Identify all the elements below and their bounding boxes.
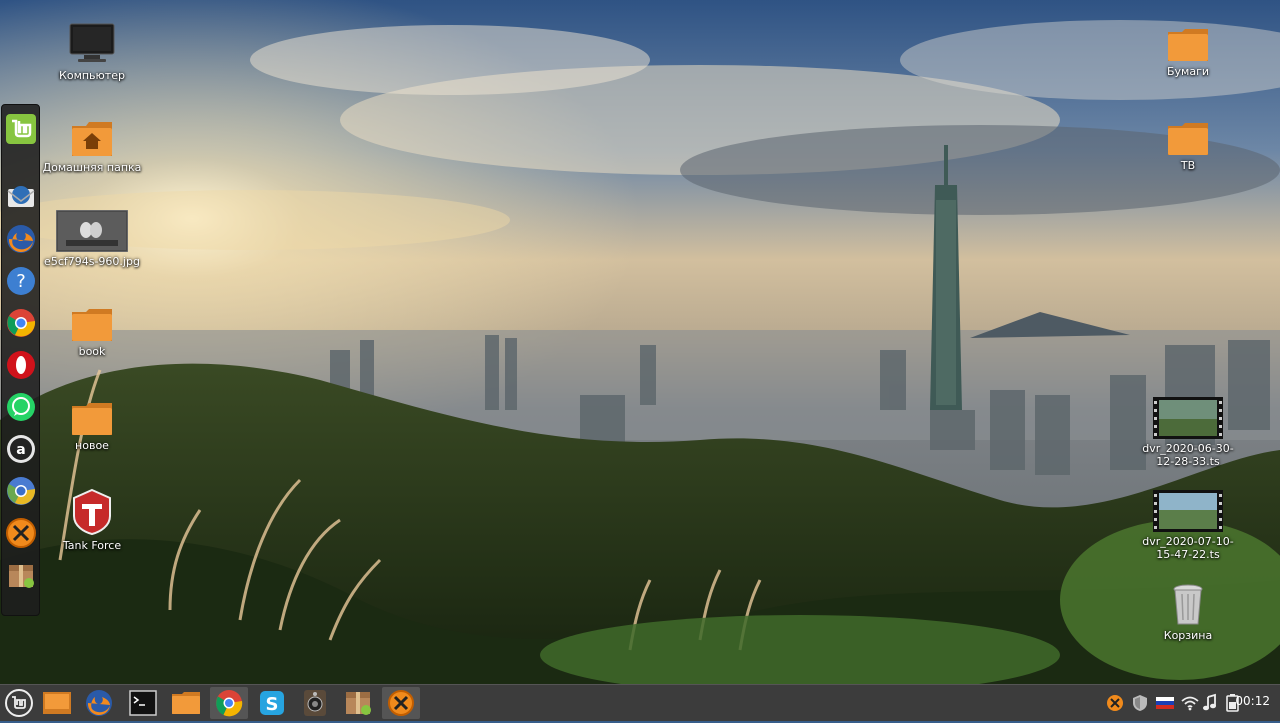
desktop-icon-trash[interactable]: Корзина: [1133, 584, 1243, 642]
dock-amazon[interactable]: a: [5, 433, 37, 465]
svg-text:a: a: [16, 442, 25, 458]
opera-icon: [7, 351, 35, 379]
xbox-icon: [388, 690, 414, 716]
terminal-icon: [129, 690, 157, 716]
desktop-icon-home-folder[interactable]: Домашняя папка: [37, 120, 147, 174]
dock-chrome[interactable]: [5, 307, 37, 339]
desktop-icon-folder-bumagi[interactable]: Бумаги: [1133, 28, 1243, 78]
taskbar-firefox[interactable]: [80, 687, 118, 719]
desktop-icon-label: Компьютер: [59, 69, 125, 82]
desktop-icon-label: dvr_2020-06-30-12-28-33.ts: [1142, 442, 1234, 468]
taskbar-terminal[interactable]: [124, 687, 162, 719]
dock-xbox[interactable]: [5, 517, 37, 549]
chromium-icon: [7, 477, 36, 505]
desktop-icon-video-2[interactable]: dvr_2020-07-10-15-47-22.ts: [1133, 490, 1243, 561]
taskbar: S 00:12: [0, 684, 1280, 721]
desktop-icon-label: book: [78, 345, 106, 358]
folder-icon: [1167, 122, 1209, 156]
taskbar-show-desktop[interactable]: [38, 687, 76, 719]
desktop-icon-computer[interactable]: Компьютер: [37, 22, 147, 82]
xbox-tray-icon: [1107, 695, 1123, 711]
music-note-icon: [1203, 693, 1216, 711]
mint-menu-icon: [5, 689, 33, 717]
help-icon: ?: [7, 267, 35, 295]
svg-text:S: S: [266, 694, 279, 715]
amazon-icon: a: [7, 435, 35, 463]
desktop-icon-folder-book[interactable]: book: [37, 308, 147, 358]
archive-icon: [9, 565, 34, 588]
tray-network[interactable]: [1180, 693, 1200, 713]
show-desktop-icon: [43, 692, 71, 714]
skype-icon: S: [260, 691, 284, 715]
shield-icon: [1133, 695, 1147, 711]
firefox-icon: [86, 690, 112, 716]
image-file-icon: [56, 210, 128, 252]
russian-flag-icon: [1156, 697, 1174, 709]
taskbar-mint-menu[interactable]: [0, 687, 38, 719]
taskbar-skype[interactable]: S: [253, 687, 291, 719]
desktop-icon-label: Бумаги: [1166, 65, 1210, 78]
taskbar-speaker-app[interactable]: [296, 687, 334, 719]
chrome-icon: [216, 690, 243, 717]
taskbar-file-manager[interactable]: [167, 687, 205, 719]
dock-firefox[interactable]: [5, 223, 37, 255]
desktop-wallpaper: [0, 0, 1280, 684]
svg-text:?: ?: [16, 271, 26, 292]
wifi-icon: [1181, 696, 1199, 711]
desktop-icon-label: новое: [75, 439, 109, 452]
home-folder-icon: [72, 122, 112, 156]
desktop-icon-label: ТВ: [1180, 159, 1196, 172]
desktop-icon-label: Домашняя папка: [42, 161, 142, 174]
desktop-icon-label: dvr_2020-07-10-15-47-22.ts: [1142, 535, 1234, 561]
file-manager-icon: [172, 692, 200, 714]
tray-xbox[interactable]: [1105, 693, 1125, 713]
tray-security[interactable]: [1130, 693, 1150, 713]
taskbar-xbox[interactable]: [382, 687, 420, 719]
desktop-icon-folder-novoe[interactable]: новое: [37, 402, 147, 452]
dock-mint-menu[interactable]: [5, 113, 37, 145]
taskbar-clock[interactable]: 00:12: [1235, 694, 1270, 708]
desktop-icon-tank-force[interactable]: Tank Force: [37, 488, 147, 552]
dock-help[interactable]: ?: [5, 265, 37, 297]
folder-icon: [71, 308, 113, 342]
folder-icon: [71, 402, 113, 436]
speaker-app-icon: [304, 690, 326, 716]
mint-menu-icon: [6, 114, 36, 144]
xbox-icon: [6, 518, 36, 548]
dock-archive[interactable]: [5, 559, 37, 591]
thunderbird-icon: [7, 186, 35, 207]
desktop-icon-label: e5cf794s-960.jpg: [44, 255, 140, 268]
desktop-icon-image-file[interactable]: e5cf794s-960.jpg: [37, 210, 147, 268]
dock-whatsapp[interactable]: [5, 391, 37, 423]
video-file-icon: [1153, 490, 1223, 532]
whatsapp-icon: [7, 393, 35, 421]
computer-icon: [69, 23, 115, 62]
desktop-icon-label: Корзина: [1163, 629, 1213, 642]
dock-opera[interactable]: [5, 349, 37, 381]
archive-manager-icon: [346, 692, 371, 715]
taskbar-chrome[interactable]: [210, 687, 248, 719]
desktop-icon-video-1[interactable]: dvr_2020-06-30-12-28-33.ts: [1133, 397, 1243, 468]
tank-force-icon: [73, 488, 111, 536]
chrome-icon: [7, 309, 36, 337]
trash-icon: [1173, 584, 1203, 625]
desktop-icon-folder-tv[interactable]: ТВ: [1133, 122, 1243, 172]
dock-chromium[interactable]: [5, 475, 37, 507]
left-dock: ? a: [1, 104, 40, 616]
folder-icon: [1167, 28, 1209, 62]
desktop-icon-label: Tank Force: [62, 539, 122, 552]
tray-keyboard-layout[interactable]: [1155, 693, 1175, 713]
taskbar-archive-manager[interactable]: [339, 687, 377, 719]
firefox-icon: [7, 225, 35, 253]
dock-thunderbird[interactable]: [5, 181, 37, 213]
tray-sound[interactable]: [1200, 693, 1220, 713]
video-file-icon: [1153, 397, 1223, 439]
